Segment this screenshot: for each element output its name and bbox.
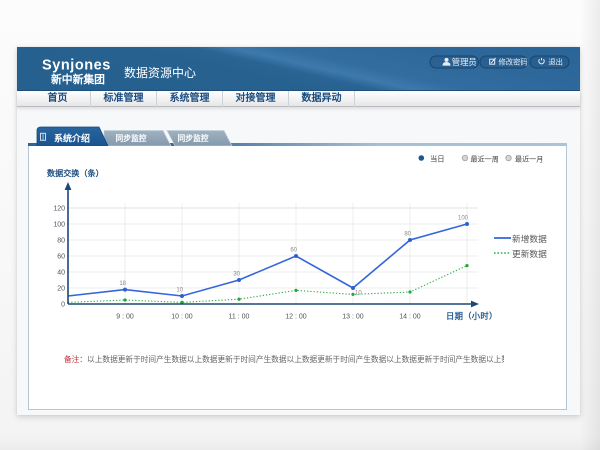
- svg-text:最近一月: 最近一月: [515, 154, 543, 163]
- svg-text:13 : 00: 13 : 00: [342, 314, 364, 321]
- svg-text:退出: 退出: [548, 58, 563, 67]
- svg-text:12 : 00: 12 : 00: [285, 314, 307, 321]
- svg-text:10: 10: [176, 288, 183, 294]
- svg-text:新中新集团: 新中新集团: [51, 72, 105, 86]
- svg-text:同步监控: 同步监控: [178, 133, 209, 143]
- svg-text:80: 80: [404, 232, 411, 238]
- svg-text:11 : 00: 11 : 00: [229, 314, 250, 321]
- svg-text:0: 0: [61, 302, 65, 309]
- svg-text:60: 60: [290, 248, 297, 254]
- svg-text:40: 40: [57, 270, 65, 277]
- svg-text:14 : 00: 14 : 00: [399, 314, 421, 321]
- svg-text:18: 18: [119, 281, 126, 287]
- svg-text:当日: 当日: [430, 154, 445, 163]
- svg-text:10 : 00: 10 : 00: [171, 314, 193, 321]
- svg-text:最近一周: 最近一周: [471, 154, 499, 163]
- svg-text:20: 20: [57, 286, 65, 293]
- svg-text:60: 60: [57, 254, 65, 261]
- svg-text:数据交换（条）: 数据交换（条）: [47, 168, 104, 178]
- svg-text:新增数据: 新增数据: [512, 233, 547, 244]
- svg-text:备注: 备注: [64, 354, 80, 364]
- svg-text:日期（小时）: 日期（小时）: [446, 311, 498, 321]
- svg-text:Synjones: Synjones: [42, 58, 111, 74]
- svg-text:数据资源中心: 数据资源中心: [124, 65, 196, 80]
- svg-text:：以上数据更新于时间产生数据以上数据更新于时间产生数据以上数: ：以上数据更新于时间产生数据以上数据更新于时间产生数据以上数据更新于时间产生数据…: [79, 354, 504, 364]
- svg-text:100: 100: [53, 222, 65, 229]
- svg-text:管理员: 管理员: [452, 57, 477, 67]
- svg-text:同步监控: 同步监控: [116, 133, 147, 143]
- svg-text:10: 10: [355, 291, 362, 297]
- svg-text:修改密码: 修改密码: [499, 58, 528, 67]
- svg-text:9 : 00: 9 : 00: [116, 314, 134, 321]
- svg-text:100: 100: [458, 216, 469, 222]
- svg-text:30: 30: [233, 272, 240, 278]
- svg-text:120: 120: [53, 206, 65, 213]
- svg-text:系统介绍: 系统介绍: [54, 132, 90, 143]
- svg-text:更新数据: 更新数据: [512, 248, 547, 259]
- svg-text:80: 80: [57, 238, 65, 245]
